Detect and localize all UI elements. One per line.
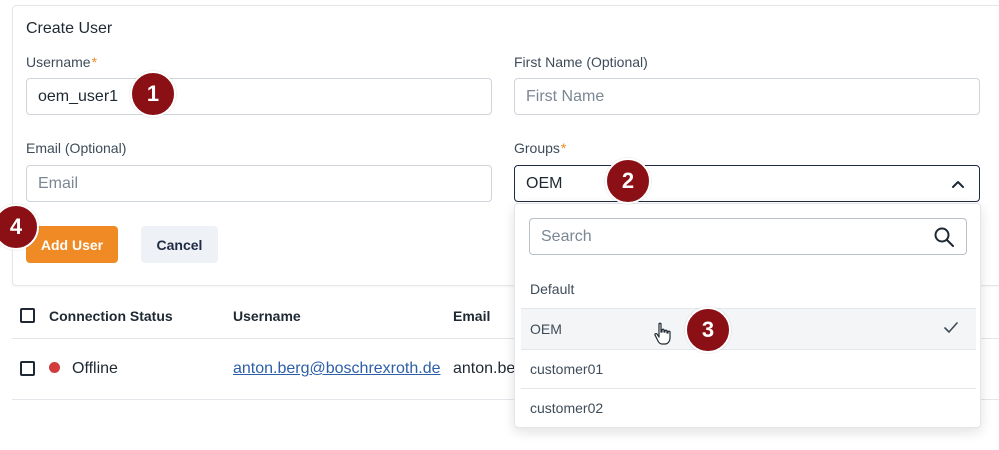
email-label: Email (Optional) — [26, 140, 127, 156]
required-mark: * — [560, 140, 567, 156]
required-mark: * — [91, 54, 98, 70]
username-label-text: Username — [26, 54, 91, 70]
hand-cursor-icon — [654, 322, 671, 345]
status-offline-icon — [49, 362, 60, 373]
dropdown-search-input[interactable]: Search — [529, 218, 967, 255]
chevron-up-icon[interactable] — [951, 177, 965, 191]
email-input[interactable]: Email — [26, 165, 492, 202]
column-header-username[interactable]: Username — [233, 308, 301, 324]
column-header-connection-status[interactable]: Connection Status — [49, 308, 173, 324]
first-name-label: First Name (Optional) — [514, 54, 648, 70]
username-label: Username* — [26, 54, 97, 70]
column-header-email[interactable]: Email — [453, 308, 490, 324]
add-user-button[interactable]: Add User — [26, 226, 118, 263]
check-icon — [944, 322, 958, 333]
email-placeholder: Email — [38, 174, 79, 192]
groups-label: Groups* — [514, 140, 566, 156]
select-all-checkbox[interactable] — [20, 308, 35, 323]
username-value: oem_user1 — [38, 87, 119, 105]
dropdown-option-oem[interactable]: OEM — [521, 309, 976, 349]
dropdown-option-default[interactable]: Default — [521, 269, 976, 309]
callout-badge-2: 2 — [605, 158, 651, 204]
form-title: Create User — [26, 20, 113, 37]
username-input[interactable]: oem_user1 — [26, 78, 492, 115]
callout-badge-3: 3 — [685, 307, 731, 353]
first-name-placeholder: First Name — [526, 87, 605, 105]
first-name-input[interactable]: First Name — [514, 78, 980, 115]
dropdown-search-placeholder: Search — [541, 227, 592, 245]
row-email: anton.be — [453, 360, 516, 377]
row-username-link[interactable]: anton.berg@boschrexroth.de — [233, 360, 440, 378]
callout-badge-1: 1 — [130, 71, 176, 117]
cancel-button[interactable]: Cancel — [141, 226, 218, 263]
dropdown-option-customer01[interactable]: customer01 — [521, 349, 976, 389]
dropdown-option-label: OEM — [530, 321, 562, 337]
dropdown-option-customer02[interactable]: customer02 — [521, 388, 976, 428]
groups-value: OEM — [526, 174, 563, 192]
groups-select[interactable]: OEM — [514, 165, 980, 202]
groups-label-text: Groups — [514, 140, 560, 156]
row-status: Offline — [72, 360, 118, 377]
row-checkbox[interactable] — [20, 361, 35, 376]
groups-dropdown-panel: Search Default OEM customer01 customer02 — [514, 203, 981, 428]
search-icon — [934, 227, 954, 247]
